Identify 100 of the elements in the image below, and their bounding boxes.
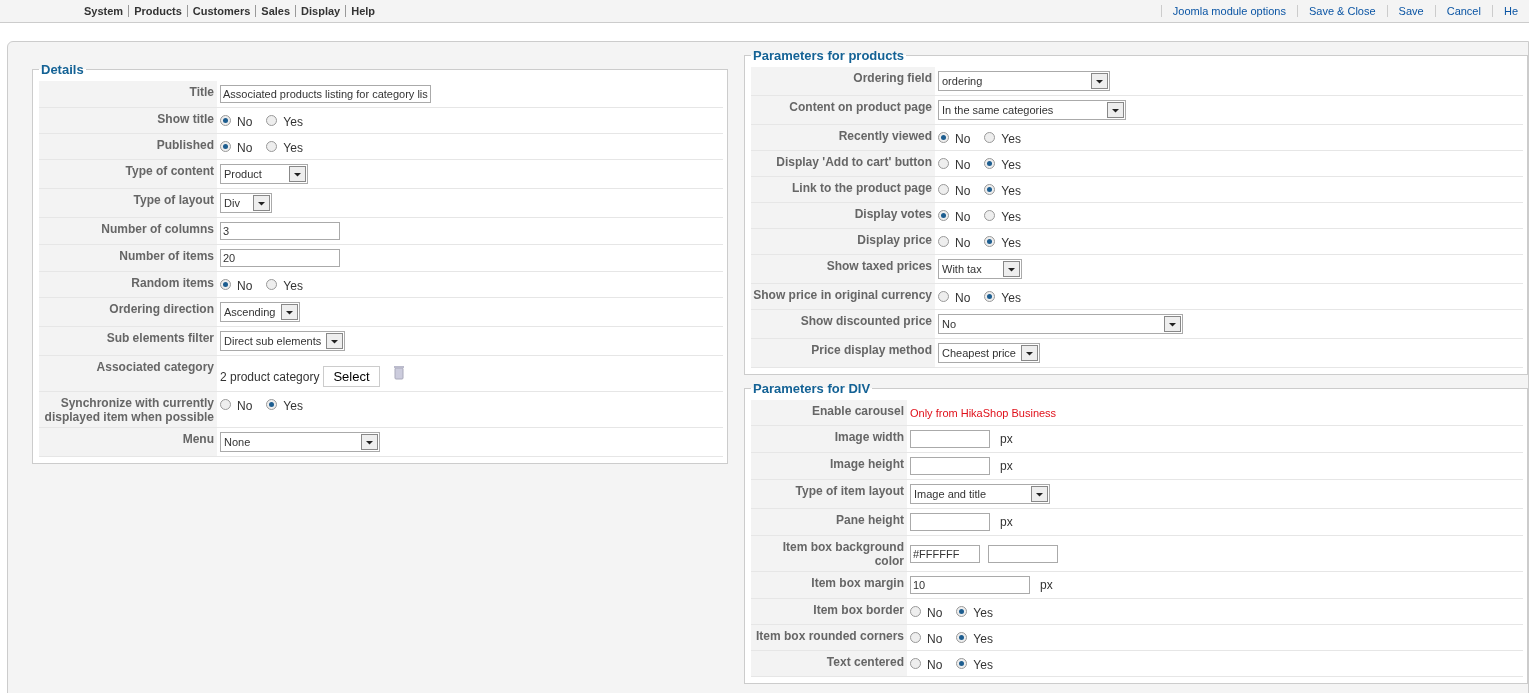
- color-field[interactable]: #FFFFFF: [910, 544, 980, 563]
- toolbar-link[interactable]: Joomla module options: [1160, 5, 1297, 17]
- radio-button[interactable]: [266, 141, 278, 152]
- menu-item[interactable]: Help: [345, 5, 376, 17]
- radio-button[interactable]: [266, 115, 278, 126]
- option-label: Yes: [283, 279, 303, 293]
- text-field[interactable]: 10: [910, 576, 1030, 594]
- color-swatch-field[interactable]: [988, 544, 1058, 563]
- menu-item[interactable]: Display: [295, 5, 341, 17]
- menu-item[interactable]: Customers: [186, 5, 251, 17]
- radio-button[interactable]: [956, 658, 968, 669]
- radio-button[interactable]: [266, 399, 278, 410]
- field-label: Image height: [751, 453, 907, 479]
- radio-button[interactable]: [956, 606, 968, 617]
- unit-label: px: [1000, 432, 1013, 446]
- section-title: Parameters for DIV: [752, 381, 872, 396]
- field-label: Pane height: [751, 509, 907, 535]
- radio-button[interactable]: [938, 132, 949, 143]
- text-field[interactable]: Associated products listing for category lis: [220, 85, 431, 103]
- menu-item[interactable]: Products: [128, 5, 182, 17]
- option-label: No: [955, 132, 971, 146]
- radio-button[interactable]: [938, 210, 949, 221]
- radio-button[interactable]: [984, 291, 996, 302]
- caret-icon: [253, 195, 270, 211]
- option-label: No: [237, 115, 253, 129]
- option-label: No: [927, 658, 943, 672]
- field-label: Title: [39, 81, 217, 107]
- field-label: Synchronize with currently displayed item when possible: [39, 392, 217, 427]
- toolbar-link[interactable]: Save & Close: [1296, 5, 1387, 17]
- trash-icon[interactable]: [393, 366, 404, 380]
- radio-button[interactable]: [956, 632, 968, 643]
- category-count: 2 product category: [220, 369, 320, 384]
- option-label: No: [237, 399, 253, 413]
- dropdown[interactable]: Cheapest price: [938, 343, 1040, 363]
- field-label: Item box margin: [751, 572, 907, 598]
- option-label: Yes: [283, 399, 303, 413]
- field-label: Content on product page: [751, 96, 935, 124]
- radio-button[interactable]: [220, 141, 231, 152]
- dropdown[interactable]: ordering: [938, 71, 1110, 91]
- dropdown[interactable]: Ascending: [220, 302, 300, 322]
- radio-button[interactable]: [984, 236, 996, 247]
- radio-button[interactable]: [984, 184, 996, 195]
- field-label: Item box background color: [751, 536, 907, 571]
- field-label: Ordering field: [751, 67, 935, 95]
- option-label: Yes: [973, 632, 993, 646]
- text-field[interactable]: 3: [220, 222, 340, 240]
- radio-button[interactable]: [220, 115, 231, 126]
- field-label: Display 'Add to cart' button: [751, 151, 935, 176]
- field-label: Random items: [39, 272, 217, 297]
- unit-label: px: [1040, 578, 1053, 592]
- option-label: Yes: [1001, 132, 1021, 146]
- radio-button[interactable]: [910, 658, 921, 669]
- radio-button[interactable]: [984, 210, 996, 221]
- dropdown[interactable]: No: [938, 314, 1183, 334]
- text-field[interactable]: 20: [220, 249, 340, 267]
- toolbar-link[interactable]: Save: [1386, 5, 1435, 17]
- unit-label: px: [1000, 515, 1013, 529]
- caret-icon: [326, 333, 344, 349]
- dropdown[interactable]: Direct sub elements: [220, 331, 346, 351]
- dropdown[interactable]: None: [220, 432, 380, 452]
- radio-button[interactable]: [984, 132, 996, 143]
- caret-icon: [289, 166, 306, 182]
- option-label: No: [927, 632, 943, 646]
- toolbar-link[interactable]: He: [1491, 5, 1529, 17]
- select-button[interactable]: Select: [323, 366, 380, 387]
- field-label: Show discounted price: [751, 310, 935, 338]
- dropdown[interactable]: With tax: [938, 259, 1022, 279]
- dropdown[interactable]: Image and title: [910, 484, 1050, 504]
- radio-button[interactable]: [266, 279, 278, 290]
- unit-label: px: [1000, 459, 1013, 473]
- option-label: Yes: [1001, 236, 1021, 250]
- field-label: Display votes: [751, 203, 935, 228]
- caret-icon: [1091, 73, 1108, 89]
- radio-button[interactable]: [938, 184, 949, 195]
- dropdown[interactable]: Div: [220, 193, 272, 213]
- menu-item[interactable]: System: [84, 5, 124, 17]
- dropdown[interactable]: In the same categories: [938, 100, 1126, 120]
- option-label: No: [927, 606, 943, 620]
- text-field[interactable]: [910, 513, 990, 531]
- radio-button[interactable]: [220, 399, 231, 410]
- text-field[interactable]: [910, 457, 990, 475]
- field-label: Ordering direction: [39, 298, 217, 326]
- radio-button[interactable]: [938, 291, 949, 302]
- field-label: Item box border: [751, 599, 907, 624]
- menu-item[interactable]: Sales: [255, 5, 291, 17]
- text-field[interactable]: [910, 430, 990, 448]
- caret-icon: [1003, 261, 1020, 277]
- radio-button[interactable]: [910, 606, 921, 617]
- radio-button[interactable]: [220, 279, 231, 290]
- option-label: Yes: [1001, 184, 1021, 198]
- radio-button[interactable]: [938, 236, 949, 247]
- field-label: Link to the product page: [751, 177, 935, 202]
- option-label: Yes: [1001, 291, 1021, 305]
- radio-button[interactable]: [984, 158, 996, 169]
- field-label: Menu: [39, 428, 217, 456]
- radio-button[interactable]: [938, 158, 949, 169]
- toolbar-link[interactable]: Cancel: [1434, 5, 1492, 17]
- field-label: Associated category: [39, 356, 217, 391]
- dropdown[interactable]: Product: [220, 164, 308, 184]
- radio-button[interactable]: [910, 632, 921, 643]
